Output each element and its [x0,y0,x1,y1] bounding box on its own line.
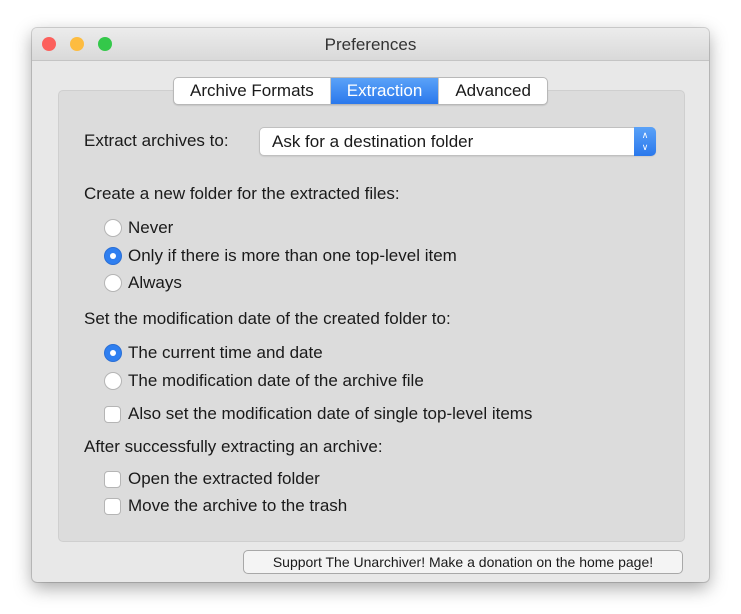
extract-to-value: Ask for a destination folder [272,132,474,151]
checkbox-label: Also set the modification date of single… [128,404,533,423]
radio-label: The current time and date [128,343,323,362]
radio-label: Always [128,273,182,292]
checkbox-move-to-trash[interactable]: Move the archive to the trash [104,496,347,516]
checkbox-icon [104,470,121,488]
radio-current-time[interactable]: The current time and date [104,343,323,363]
chevron-updown-icon: ∧ ∨ [634,127,656,156]
radio-only-if-multiple[interactable]: Only if there is more than one top-level… [104,246,457,266]
radio-archive-date[interactable]: The modification date of the archive fil… [104,371,424,391]
radio-label: The modification date of the archive fil… [128,371,424,390]
radio-selected-icon [104,344,122,362]
radio-icon [104,274,122,292]
checkbox-label: Open the extracted folder [128,469,320,488]
radio-label: Never [128,218,174,237]
create-folder-heading: Create a new folder for the extracted fi… [84,184,400,203]
radio-icon [104,372,122,390]
radio-icon [104,219,122,237]
title-bar: Preferences [32,28,709,61]
extract-to-select[interactable]: Ask for a destination folder ∧ ∨ [259,127,656,156]
tab-archive-formats[interactable]: Archive Formats [174,78,331,104]
extract-to-label: Extract archives to: [84,131,229,150]
radio-selected-icon [104,247,122,265]
checkbox-icon [104,405,121,423]
checkbox-icon [104,497,121,515]
radio-label: Only if there is more than one top-level… [128,246,457,265]
checkbox-open-folder[interactable]: Open the extracted folder [104,469,320,489]
tab-bar: Archive Formats Extraction Advanced [173,77,548,105]
donate-button[interactable]: Support The Unarchiver! Make a donation … [243,550,683,574]
after-heading: After successfully extracting an archive… [84,437,383,456]
radio-never[interactable]: Never [104,218,173,238]
window-title: Preferences [324,35,417,54]
mod-date-heading: Set the modification date of the created… [84,309,451,328]
tab-advanced[interactable]: Advanced [439,78,547,104]
radio-always[interactable]: Always [104,273,182,293]
preferences-window: Preferences Archive Formats Extraction A… [32,28,709,582]
checkbox-also-set-date[interactable]: Also set the modification date of single… [104,404,532,424]
tab-extraction[interactable]: Extraction [330,78,440,104]
checkbox-label: Move the archive to the trash [128,496,348,515]
